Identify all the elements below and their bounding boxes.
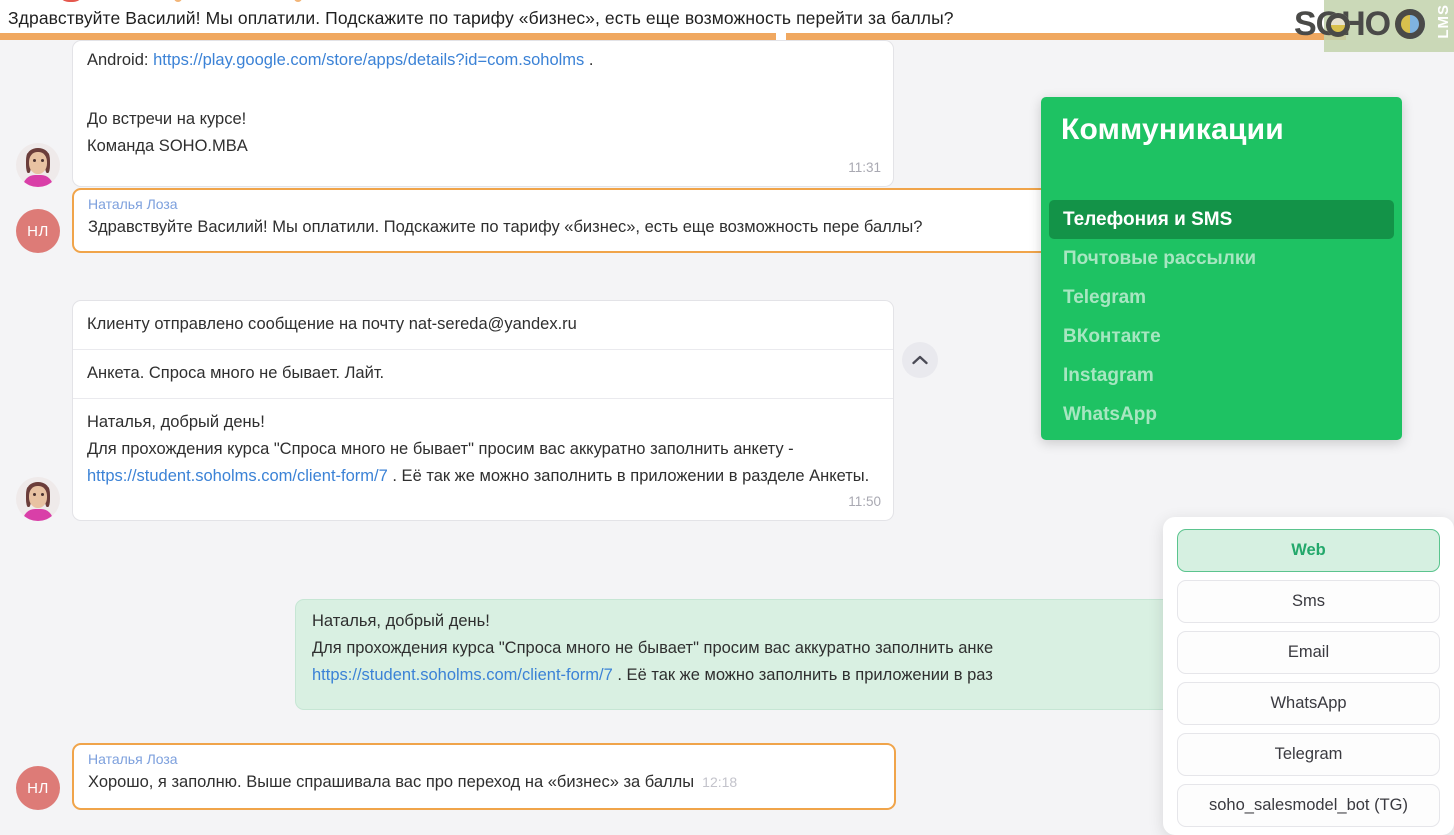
avatar-body: [23, 175, 53, 187]
chevron-up-icon: [912, 355, 928, 365]
message-text: Хорошо, я заполню. Выше спрашивала вас п…: [88, 773, 695, 791]
banner-text: Здравствуйте Василий! Мы оплатили. Подск…: [8, 8, 954, 28]
avatar-eye-left: [33, 493, 36, 496]
android-tail: .: [588, 51, 594, 69]
avatar-eye-right: [41, 493, 44, 496]
message-row: НЛ Наталья Лоза Здравствуйте Василий! Мы…: [16, 188, 1132, 253]
soho-logo: SOHO LMS: [1286, 0, 1454, 52]
logo-o-first-icon: [1326, 13, 1350, 37]
outgoing-tail: . Её так же можно заполнить в приложении…: [617, 666, 993, 684]
outgoing-greeting: Наталья, добрый день!: [312, 612, 490, 630]
email-body-paragraph: Для прохождения курса "Спроса много не б…: [87, 440, 794, 458]
play-store-link[interactable]: https://play.google.com/store/apps/detai…: [153, 51, 584, 69]
signoff-line: До встречи на курсе!: [87, 110, 247, 128]
message-time: 11:31: [848, 160, 881, 175]
message-row: Клиенту отправлено сообщение на почту na…: [16, 300, 938, 521]
channel-selector-panel: Web Sms Email WhatsApp Telegram soho_sal…: [1163, 517, 1454, 835]
channel-option-whatsapp[interactable]: WhatsApp: [1177, 682, 1440, 725]
message-sender: Наталья Лоза: [88, 751, 178, 767]
collapse-button[interactable]: [902, 342, 938, 378]
avatar-face: [29, 486, 47, 508]
message-row: Наталья, добрый день! Для прохождения ку…: [295, 599, 1175, 710]
comm-item-vkontakte[interactable]: ВКонтакте: [1041, 317, 1402, 356]
channel-option-sms[interactable]: Sms: [1177, 580, 1440, 623]
message-bubble: Android: https://play.google.com/store/a…: [72, 40, 894, 187]
logo-o-second-icon: [1395, 9, 1425, 39]
email-card-subject: Анкета. Спроса много не бывает. Лайт.: [73, 350, 893, 399]
communications-panel: Коммуникации Телефония и SMS Почтовые ра…: [1041, 97, 1402, 440]
client-form-link[interactable]: https://student.soholms.com/client-form/…: [87, 467, 388, 485]
message-row: Android: https://play.google.com/store/a…: [16, 40, 894, 187]
avatar: [16, 143, 60, 187]
avatar: НЛ: [16, 766, 60, 810]
message-time: 11:50: [848, 494, 881, 509]
clipped-dot-1: [58, 0, 84, 2]
logo-lms-suffix: LMS: [1435, 4, 1452, 39]
orange-divider-left: [0, 33, 776, 40]
avatar-face: [29, 152, 47, 174]
client-form-link[interactable]: https://student.soholms.com/client-form/…: [312, 666, 613, 684]
comm-item-telegram[interactable]: Telegram: [1041, 278, 1402, 317]
message-row: НЛ Наталья Лоза Хорошо, я заполню. Выше …: [16, 743, 896, 810]
message-text-line: Хорошо, я заполню. Выше спрашивала вас п…: [88, 769, 880, 796]
message-bubble: Наталья Лоза Здравствуйте Василий! Мы оп…: [72, 188, 1132, 253]
email-card-header: Клиенту отправлено сообщение на почту na…: [73, 301, 893, 350]
channel-option-telegram[interactable]: Telegram: [1177, 733, 1440, 776]
avatar: НЛ: [16, 209, 60, 253]
email-card-body: Наталья, добрый день! Для прохождения ку…: [73, 399, 893, 520]
avatar-body: [23, 509, 53, 521]
channel-option-soho-salesmodel-bot[interactable]: soho_salesmodel_bot (TG): [1177, 784, 1440, 827]
email-body-link-line: https://student.soholms.com/client-form/…: [87, 463, 879, 490]
comm-item-email-campaigns[interactable]: Почтовые рассылки: [1041, 239, 1402, 278]
communications-title: Коммуникации: [1061, 113, 1284, 146]
clipped-dot-3: [294, 0, 302, 2]
avatar-eye-right: [41, 159, 44, 162]
email-body-tail: . Её так же можно заполнить в приложении…: [392, 467, 870, 485]
channel-option-web[interactable]: Web: [1177, 529, 1440, 572]
top-banner: Здравствуйте Василий! Мы оплатили. Подск…: [0, 0, 1454, 40]
message-text: Здравствуйте Василий! Мы оплатили. Подск…: [88, 218, 923, 236]
comm-item-telephony-sms[interactable]: Телефония и SMS: [1049, 200, 1394, 239]
message-bubble-outgoing: Наталья, добрый день! Для прохождения ку…: [295, 599, 1175, 710]
android-label: Android:: [87, 51, 149, 69]
android-line: Android: https://play.google.com/store/a…: [87, 47, 879, 74]
avatar-eye-left: [33, 159, 36, 162]
avatar: [16, 477, 60, 521]
orange-divider-right: [786, 33, 1346, 40]
outgoing-link-line: https://student.soholms.com/client-form/…: [312, 662, 1158, 689]
outgoing-paragraph: Для прохождения курса "Спроса много не б…: [312, 639, 994, 657]
clipped-dot-2: [174, 0, 182, 2]
comm-item-instagram[interactable]: Instagram: [1041, 356, 1402, 395]
clipped-glyph-remnants: [6, 0, 426, 3]
message-time: 12:18: [702, 774, 738, 790]
channel-option-email[interactable]: Email: [1177, 631, 1440, 674]
email-card: Клиенту отправлено сообщение на почту na…: [72, 300, 894, 521]
communications-menu[interactable]: Телефония и SMS Почтовые рассылки Telegr…: [1041, 200, 1402, 434]
message-sender: Наталья Лоза: [88, 196, 178, 212]
comm-item-whatsapp[interactable]: WhatsApp: [1041, 395, 1402, 434]
email-body-greeting: Наталья, добрый день!: [87, 413, 265, 431]
message-bubble: Наталья Лоза Хорошо, я заполню. Выше спр…: [72, 743, 896, 810]
team-line: Команда SOHO.MBA: [87, 137, 248, 155]
